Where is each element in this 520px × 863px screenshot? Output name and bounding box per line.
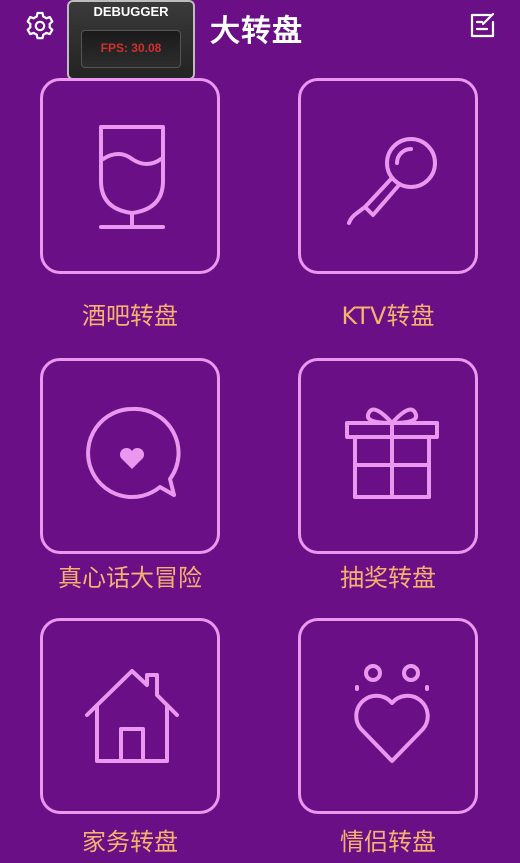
- fps-value: FPS: 30.08: [100, 41, 162, 55]
- truth-or-dare-card[interactable]: [40, 358, 220, 554]
- house-icon: [85, 669, 179, 763]
- fps-display: FPS: 30.08: [81, 30, 181, 68]
- chores-wheel-label[interactable]: 家务转盘: [15, 822, 245, 857]
- couple-wheel-label[interactable]: 情侣转盘: [273, 822, 503, 857]
- app-screen: DEBUGGER FPS: 30.08 大转盘 酒吧转盘 KTV转盘 真心话大冒…: [0, 0, 520, 863]
- page-title: 大转盘: [210, 14, 303, 49]
- ktv-wheel-card[interactable]: [298, 78, 478, 274]
- gear-icon[interactable]: [24, 10, 56, 42]
- truth-or-dare-label[interactable]: 真心话大冒险: [15, 558, 245, 593]
- couple-wheel-card[interactable]: [298, 618, 478, 814]
- wine-glass-icon: [99, 125, 165, 229]
- edit-icon[interactable]: [468, 10, 498, 40]
- ktv-wheel-label[interactable]: KTV转盘: [273, 296, 503, 331]
- bar-wheel-card[interactable]: [40, 78, 220, 274]
- microphone-icon: [347, 137, 437, 225]
- gift-icon: [345, 407, 439, 499]
- couple-heart-icon: [354, 664, 430, 763]
- debugger-title: DEBUGGER: [93, 4, 169, 19]
- lottery-wheel-label[interactable]: 抽奖转盘: [273, 558, 503, 593]
- debugger-panel: DEBUGGER FPS: 30.08: [67, 0, 195, 80]
- lottery-wheel-card[interactable]: [298, 358, 478, 554]
- chores-wheel-card[interactable]: [40, 618, 220, 814]
- bar-wheel-label[interactable]: 酒吧转盘: [15, 296, 245, 331]
- speech-bubble-heart-icon: [86, 406, 181, 499]
